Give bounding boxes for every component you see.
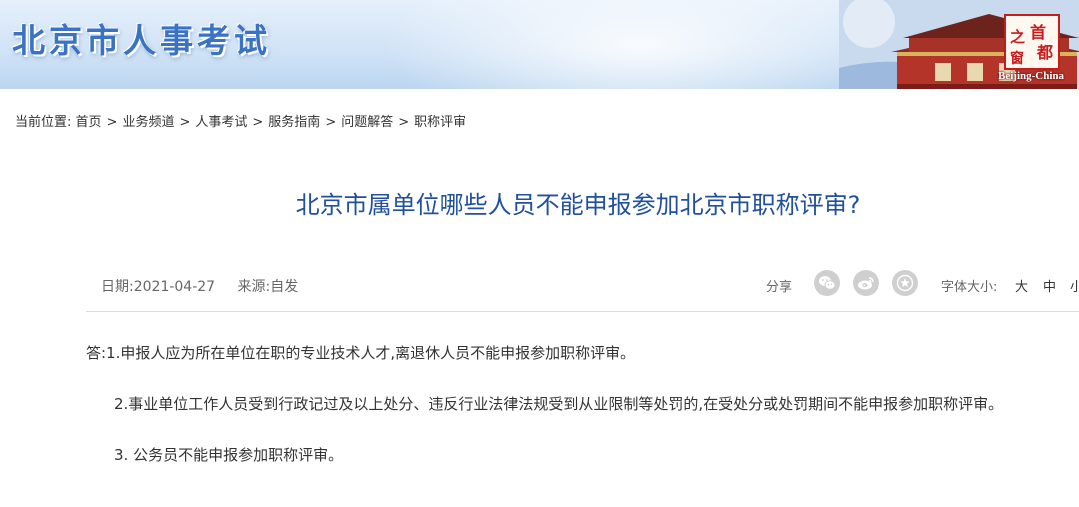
breadcrumb-prefix: 当前位置: <box>15 115 72 130</box>
weibo-icon[interactable] <box>853 270 879 296</box>
breadcrumb: 当前位置: 首页 > 业务频道 > 人事考试 > 服务指南 > 问题解答 > 职称评审 <box>15 111 466 130</box>
favorite-star-icon[interactable] <box>892 270 918 296</box>
publish-date: 2021-04-27 <box>133 279 216 295</box>
answer-paragraph-1: 答:1.申报人应为所在单位在职的专业技术人才,离退休人员不能申报参加职称评审。 <box>86 344 636 362</box>
meta-divider <box>86 311 1079 312</box>
font-size-large[interactable]: 大 <box>1015 276 1028 295</box>
breadcrumb-home[interactable]: 首页 <box>76 115 102 130</box>
font-size-small[interactable]: 小 <box>1070 276 1079 295</box>
source-label: 来源: <box>237 279 271 295</box>
capital-window-seal: 首 之 都 窗 <box>1004 14 1060 70</box>
breadcrumb-faq[interactable]: 问题解答 <box>341 115 393 130</box>
font-size-medium[interactable]: 中 <box>1043 276 1056 295</box>
breadcrumb-separator: > <box>325 115 337 130</box>
font-size-label: 字体大小: <box>941 280 998 295</box>
site-title[interactable]: 北京市人事考试 <box>12 14 271 62</box>
breadcrumb-title-review[interactable]: 职称评审 <box>414 115 466 130</box>
wechat-glyph <box>819 276 836 290</box>
answer-paragraph-2: 2.事业单位工作人员受到行政记过及以上处分、违反行业法律法规受到从业限制等处罚的… <box>114 395 1004 413</box>
article-title: 北京市属单位哪些人员不能申报参加北京市职称评审? <box>295 191 861 219</box>
article-source: 自发 <box>270 279 299 295</box>
banner-glow <box>380 0 900 89</box>
breadcrumb-separator: > <box>106 115 118 130</box>
star-glyph <box>896 274 914 292</box>
seal-char: 都 <box>1037 43 1054 62</box>
site-banner: 北京市人事考试 首 之 都 窗 Beijing-China <box>0 0 1079 89</box>
wechat-icon[interactable] <box>814 270 840 296</box>
breadcrumb-separator: > <box>398 115 410 130</box>
seal-char: 之 <box>1010 28 1026 46</box>
seal-char: 窗 <box>1010 51 1024 67</box>
breadcrumb-service-guide[interactable]: 服务指南 <box>268 115 320 130</box>
breadcrumb-business-channel[interactable]: 业务频道 <box>122 115 174 130</box>
article-meta: 日期:2021-04-27 来源:自发 <box>101 276 298 296</box>
breadcrumb-separator: > <box>252 115 264 130</box>
weibo-glyph <box>858 277 874 290</box>
seal-caption: Beijing-China <box>998 70 1065 82</box>
breadcrumb-personnel-exam[interactable]: 人事考试 <box>195 115 247 130</box>
answer-paragraph-3: 3. 公务员不能申报参加职称评审。 <box>114 446 344 464</box>
date-label: 日期: <box>101 279 134 295</box>
breadcrumb-separator: > <box>179 115 191 130</box>
share-label: 分享 <box>766 280 793 295</box>
